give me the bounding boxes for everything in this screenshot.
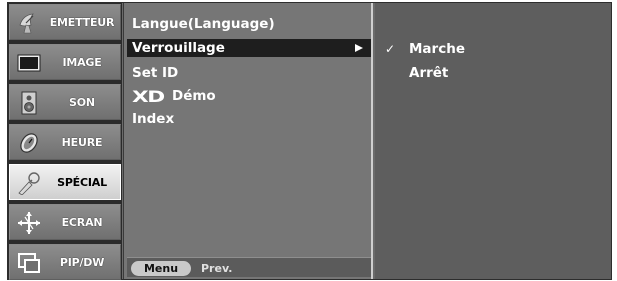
screen-icon: [17, 54, 41, 72]
submenu-item-label: Verrouillage: [132, 40, 225, 56]
clock-icon: [20, 133, 38, 153]
category-heure[interactable]: HEURE: [9, 124, 121, 160]
category-image[interactable]: IMAGE: [9, 44, 121, 80]
satellite-dish-icon: [19, 13, 34, 34]
submenu-item-label: Langue(Language): [132, 16, 275, 32]
submenu-item-label: Index: [132, 111, 175, 127]
option-label: Arrêt: [409, 65, 449, 81]
option-marche[interactable]: ✓ Marche: [385, 40, 465, 58]
move-arrows-icon: [18, 212, 40, 234]
submenu-item-set-id[interactable]: Set ID: [132, 64, 368, 82]
xd-logo-icon: XD: [132, 86, 165, 106]
category-label: PIP/DW: [59, 255, 105, 269]
option-arret[interactable]: Arrêt: [385, 64, 448, 82]
category-label: EMETTEUR: [49, 15, 115, 29]
pip-windows-icon: [18, 253, 40, 273]
prev-label: Prev.: [201, 262, 233, 275]
submenu-item-label: Set ID: [132, 65, 179, 81]
submenu-item-demo[interactable]: XD Démo: [132, 86, 368, 106]
key-icon: [18, 172, 40, 195]
submenu-panel: Langue(Language) Verrouillage Set ID XD …: [123, 3, 373, 279]
category-label: SPÉCIAL: [57, 175, 107, 189]
check-icon: ✓: [385, 42, 396, 56]
options-panel: ✓ Marche Arrêt: [375, 3, 611, 279]
category-label: ECRAN: [61, 215, 103, 229]
submenu-item-index[interactable]: Index: [132, 110, 368, 128]
submenu-footer: Menu Prev.: [127, 257, 371, 277]
category-label: SON: [69, 95, 95, 109]
speaker-icon: [21, 91, 37, 115]
osd-menu: EMETTEUR IMAGE SON HEURE SPÉCIAL ECRAN P…: [7, 2, 612, 280]
category-label: HEURE: [61, 135, 103, 149]
submenu-item-langue[interactable]: Langue(Language): [132, 15, 368, 33]
category-special[interactable]: SPÉCIAL: [9, 164, 121, 200]
submenu-item-label: Démo: [172, 88, 216, 104]
submenu-arrow-icon: [355, 44, 363, 52]
category-label: IMAGE: [62, 55, 102, 69]
category-sidebar: EMETTEUR IMAGE SON HEURE SPÉCIAL ECRAN P…: [8, 3, 122, 280]
menu-button[interactable]: Menu: [131, 261, 191, 276]
category-son[interactable]: SON: [9, 84, 121, 120]
option-label: Marche: [409, 41, 465, 57]
category-pip-dw[interactable]: PIP/DW: [9, 244, 121, 280]
category-emetteur[interactable]: EMETTEUR: [9, 4, 121, 40]
category-ecran[interactable]: ECRAN: [9, 204, 121, 240]
submenu-item-verrouillage[interactable]: Verrouillage: [127, 39, 371, 57]
